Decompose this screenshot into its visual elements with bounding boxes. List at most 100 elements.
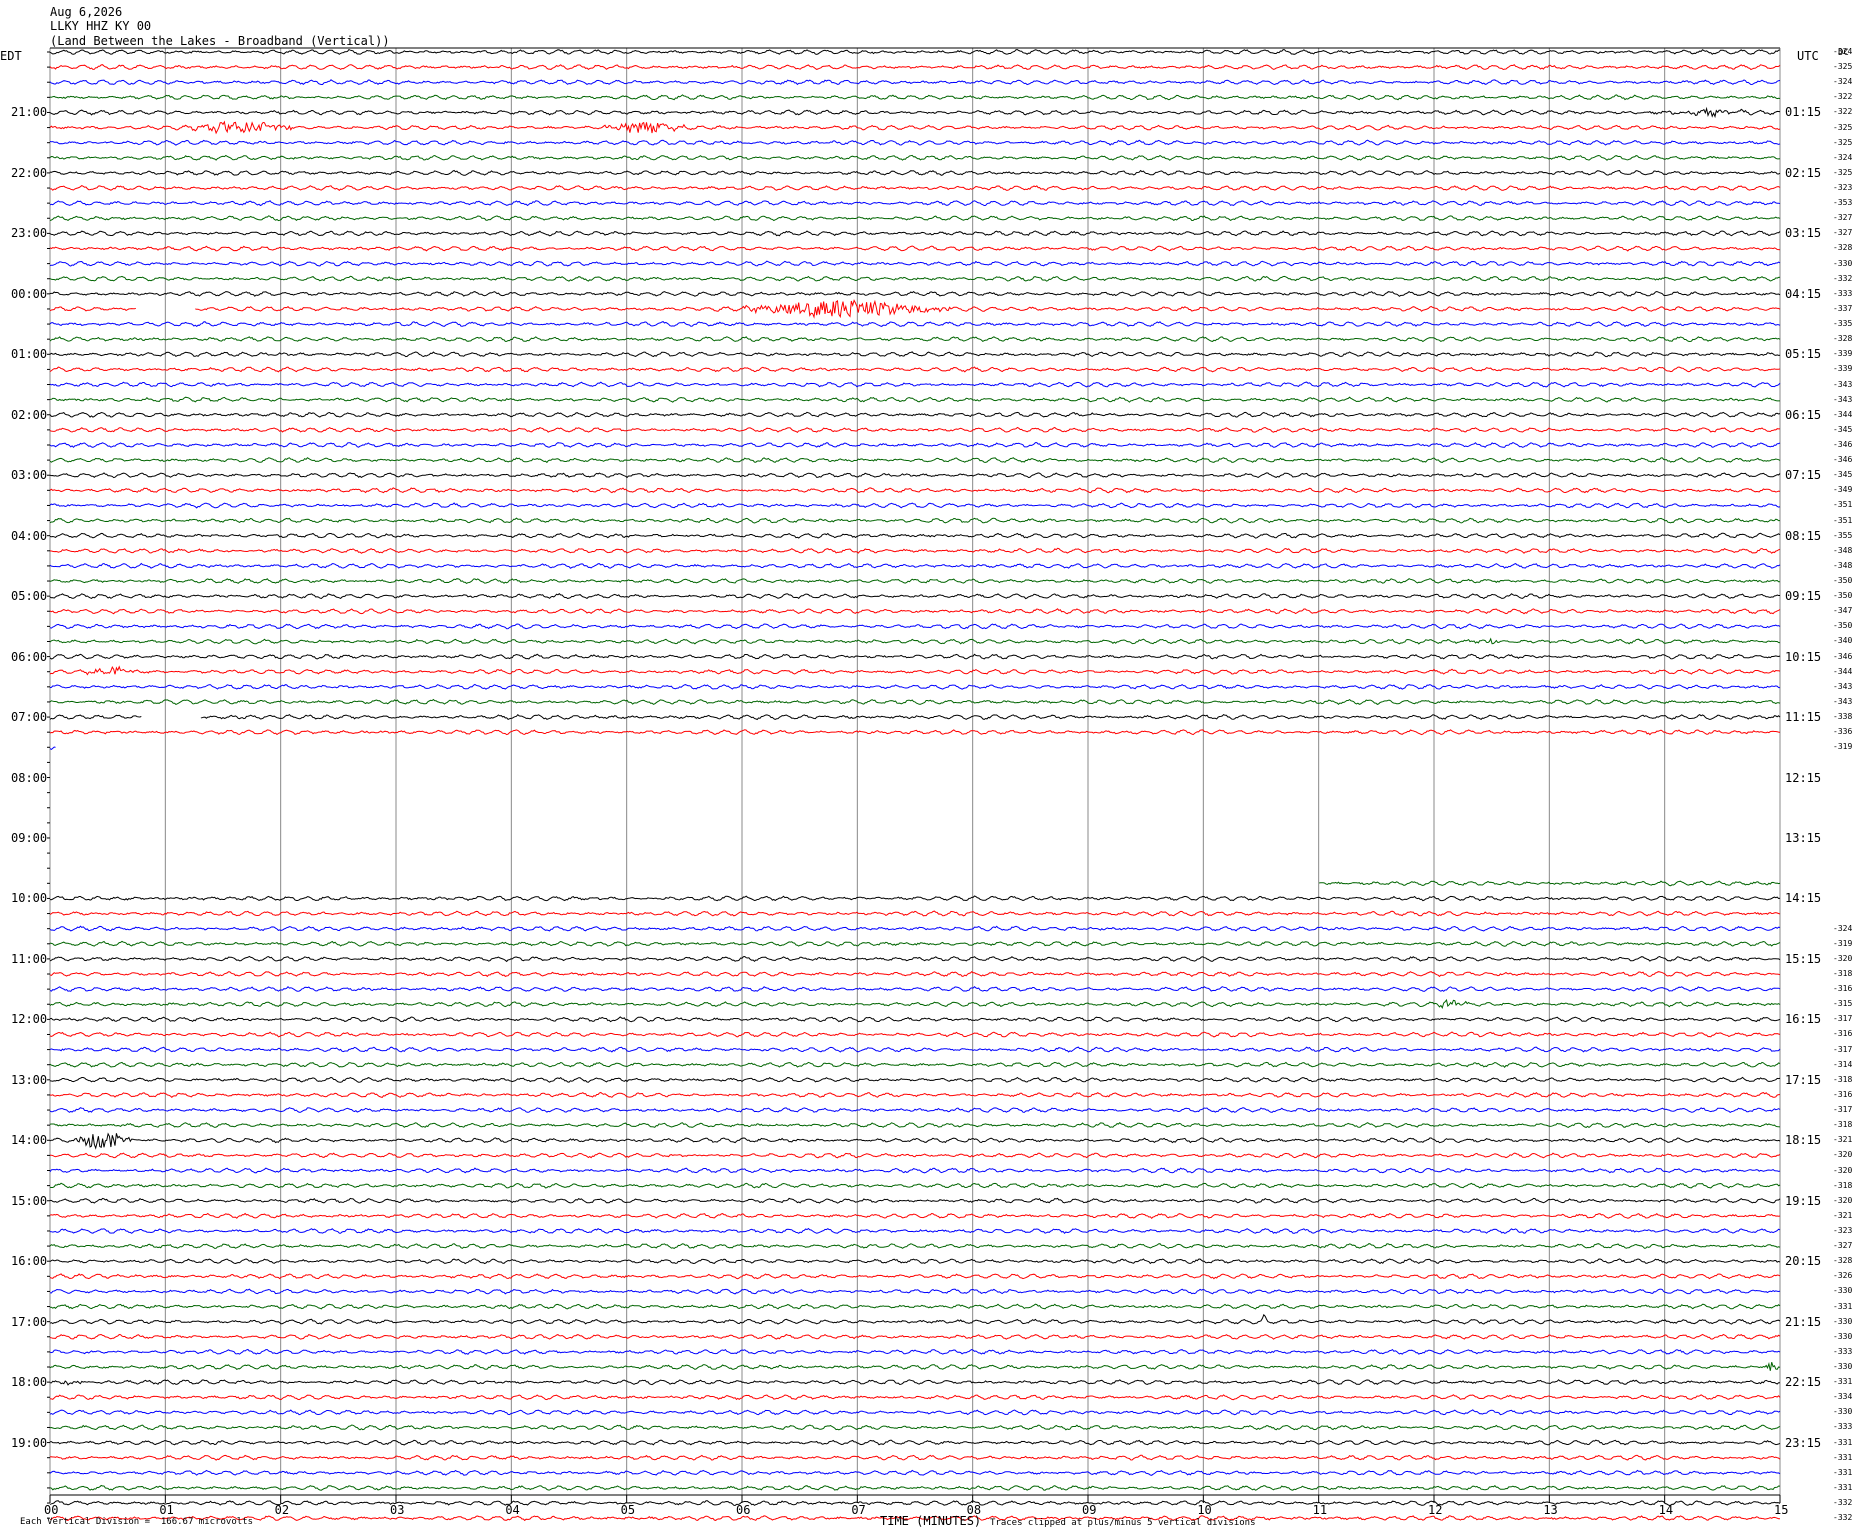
trace-row-76: [49, 1197, 1781, 1204]
dc-offset-label: -323: [1833, 1225, 1853, 1235]
dc-offset-label: -327: [1833, 213, 1853, 223]
trace-row-57: [49, 910, 1781, 917]
dc-offset-label: -322: [1833, 92, 1853, 102]
trace-row-38: [49, 623, 1781, 630]
trace-row-41: [49, 665, 1781, 676]
trace-row-30: [49, 502, 1781, 509]
trace-row-23: [49, 396, 1780, 403]
trace-row-87: [49, 1362, 1781, 1371]
x-tick-label: 11: [1313, 1503, 1327, 1517]
utc-hour-label: 16:15: [1785, 1012, 1822, 1027]
utc-hour-label: 17:15: [1785, 1072, 1822, 1087]
trace-row-24: [49, 411, 1781, 418]
trace-row-43: [49, 698, 1781, 705]
trace-row-6: [49, 139, 1781, 146]
trace-row-16: [49, 290, 1781, 297]
dc-offset-label: -321: [1833, 1135, 1853, 1145]
dc-offset-label: -320: [1833, 1150, 1853, 1160]
trace-row-25: [49, 426, 1780, 433]
utc-hour-label: 22:15: [1785, 1375, 1822, 1390]
x-tick-label: 00: [44, 1503, 58, 1517]
dc-offset-label: -348: [1833, 545, 1853, 555]
edt-hour-label: 07:00: [11, 710, 48, 725]
trace-row-69: [49, 1091, 1780, 1098]
x-tick-label: 06: [736, 1503, 750, 1517]
utc-hour-label: 06:15: [1785, 407, 1822, 422]
dc-offset-label: -330: [1833, 1362, 1853, 1371]
trace-row-5: [49, 120, 1781, 135]
edt-hour-label: 01:00: [11, 347, 48, 362]
trace-row-65: [49, 1031, 1781, 1038]
dc-offset-label: -328: [1833, 334, 1853, 344]
edt-hour-label: 00:00: [11, 286, 48, 301]
trace-row-92: [49, 1439, 1781, 1446]
utc-hour-label: 03:15: [1785, 226, 1822, 241]
trace-row-93: [49, 1454, 1781, 1461]
trace-row-66: [49, 1046, 1781, 1053]
trace-row-81: [49, 1273, 1781, 1280]
dc-offset-label: -317: [1833, 1044, 1853, 1054]
edt-hour-label: 12:00: [11, 1012, 48, 1027]
dc-offset-label: -331: [1833, 1482, 1853, 1492]
utc-hour-label: 08:15: [1785, 528, 1822, 543]
trace-row-22: [49, 381, 1781, 388]
trace-row-0: [49, 48, 1781, 55]
dc-offset-label: -343: [1833, 681, 1853, 691]
edt-hour-label: 16:00: [11, 1254, 48, 1269]
trace-row-73: [50, 1152, 1781, 1159]
trace-row-27: [49, 457, 1781, 464]
x-tick-label: 10: [1197, 1503, 1211, 1517]
utc-hour-label: 01:15: [1785, 105, 1822, 120]
dc-offset-label: -318: [1833, 969, 1853, 978]
edt-hour-label: 04:00: [11, 528, 48, 543]
trace-row-2: [49, 79, 1781, 86]
dc-offset-label: -331: [1833, 1301, 1853, 1311]
dc-offset-label: -347: [1833, 606, 1853, 616]
trace-row-89: [49, 1394, 1781, 1401]
dc-offset-label: -333: [1833, 1422, 1853, 1432]
utc-hour-label: 19:15: [1785, 1193, 1822, 1208]
dc-offset-label: -351: [1833, 500, 1853, 510]
x-tick-label: 12: [1428, 1503, 1442, 1517]
trace-row-83: [50, 1303, 1781, 1310]
trace-row-78: [49, 1227, 1781, 1235]
edt-hour-label: 11:00: [11, 951, 48, 966]
dc-offset-label: -332: [1833, 273, 1853, 283]
trace-row-34: [49, 562, 1781, 569]
dc-offset-label: -343: [1833, 379, 1853, 389]
trace-row-90: [49, 1409, 1781, 1416]
dc-offset-label: -346: [1833, 439, 1853, 449]
trace-row-31: [49, 517, 1780, 524]
dc-offset-label: -343: [1833, 394, 1853, 404]
dc-offset-label: -327: [1833, 228, 1853, 238]
x-tick-label: 14: [1659, 1503, 1673, 1517]
trace-row-10: [49, 200, 1781, 207]
trace-row-77: [49, 1212, 1781, 1220]
dc-offset-label: -320: [1833, 953, 1853, 963]
edt-hour-label: 19:00: [11, 1435, 48, 1450]
trace-row-95: [49, 1484, 1781, 1491]
dc-offset-label: -322: [1833, 107, 1853, 117]
trace-row-45: [49, 729, 1781, 736]
x-tick-label: 07: [851, 1503, 865, 1517]
utc-hour-label: 13:15: [1785, 830, 1822, 845]
dc-offset-label: -339: [1833, 364, 1853, 374]
edt-hour-label: 22:00: [11, 165, 48, 180]
trace-row-80: [49, 1258, 1781, 1265]
trace-row-86: [49, 1348, 1781, 1355]
trace-row-84: [49, 1313, 1781, 1325]
utc-hour-label: 12:15: [1785, 770, 1822, 785]
trace-row-68: [49, 1076, 1781, 1083]
vertical-scale-note: Each Vertical Division = 166.67 microvol…: [20, 1517, 253, 1527]
utc-hour-label: 15:15: [1785, 951, 1822, 966]
edt-hour-label: 18:00: [11, 1375, 48, 1390]
trace-row-79: [49, 1243, 1781, 1249]
trace-row-61: [49, 971, 1781, 978]
dc-offset-label: -348: [1833, 560, 1853, 570]
trace-row-4: [49, 106, 1781, 119]
dc-offset-label: -318: [1833, 1180, 1853, 1190]
utc-hour-label: 07:15: [1785, 468, 1822, 483]
dc-offset-label: -318: [1833, 1074, 1853, 1084]
trace-row-7: [49, 154, 1781, 161]
trace-row-9: [49, 184, 1781, 191]
